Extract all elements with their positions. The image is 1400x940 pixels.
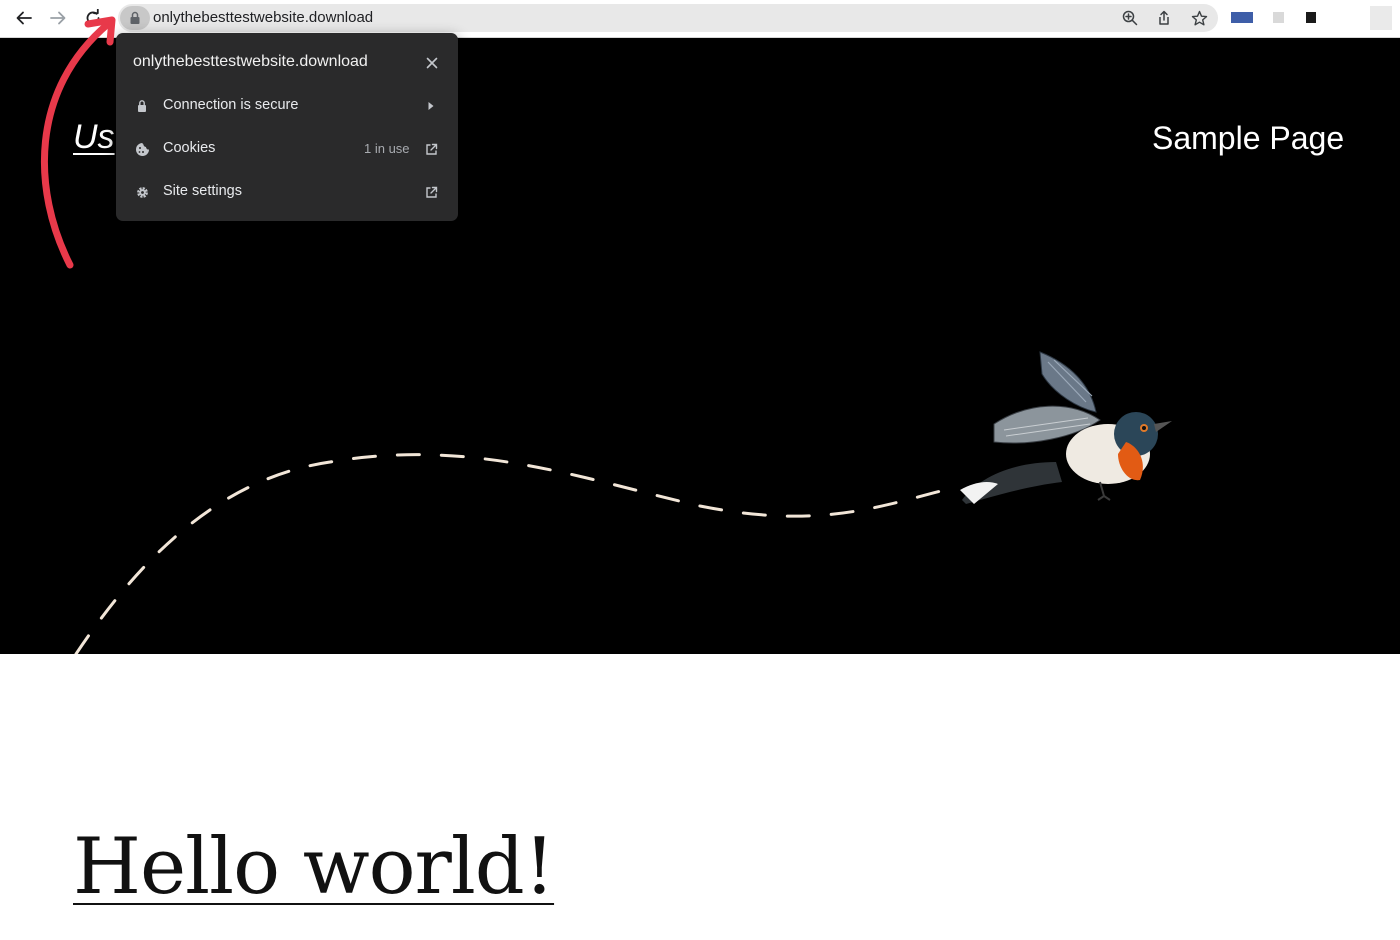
extension-icon-gray[interactable] (1273, 12, 1284, 23)
share-button[interactable] (1155, 9, 1173, 27)
gear-icon (133, 183, 151, 201)
lock-icon (133, 97, 151, 115)
bookmark-star-icon (1191, 10, 1207, 25)
profile-avatar[interactable] (1370, 6, 1392, 30)
bird-illustration (960, 351, 1172, 504)
extension-icon-black[interactable] (1306, 12, 1316, 23)
site-info-button[interactable] (120, 6, 150, 30)
cookies-row[interactable]: Cookies 1 in use (116, 129, 458, 169)
back-icon (16, 11, 32, 25)
site-settings-row[interactable]: Site settings (116, 172, 458, 212)
bookmark-button[interactable] (1190, 9, 1208, 27)
extension-icon-blue[interactable] (1231, 12, 1253, 23)
popup-domain: onlythebesttestwebsite.download (133, 53, 368, 70)
site-title-link[interactable]: Us (73, 118, 115, 157)
chevron-right-icon (422, 97, 440, 115)
cookies-count: 1 in use (364, 141, 410, 156)
connection-secure-label: Connection is secure (163, 97, 299, 113)
close-icon (426, 57, 438, 69)
reload-button[interactable] (81, 6, 105, 30)
post-title-link[interactable]: Hello world! (73, 822, 555, 912)
site-settings-label: Site settings (163, 183, 242, 199)
nav-link-sample-page[interactable]: Sample Page (1152, 120, 1344, 157)
reload-icon (86, 9, 100, 25)
zoom-icon (1122, 10, 1138, 26)
connection-secure-row[interactable]: Connection is secure (116, 86, 458, 126)
external-link-icon (422, 183, 440, 201)
url-text[interactable]: onlythebesttestwebsite.download (153, 9, 373, 26)
share-icon (1159, 10, 1169, 25)
lock-icon (130, 11, 140, 24)
forward-icon (50, 11, 66, 25)
back-button[interactable] (12, 6, 36, 30)
popup-close-button[interactable] (422, 53, 442, 73)
address-bar[interactable]: onlythebesttestwebsite.download (118, 4, 1218, 32)
forward-button[interactable] (46, 6, 70, 30)
cookie-icon (133, 140, 151, 158)
zoom-button[interactable] (1121, 9, 1139, 27)
site-info-popup: onlythebesttestwebsite.download Connecti… (116, 33, 458, 221)
cookies-label: Cookies (163, 140, 216, 156)
external-link-icon (422, 140, 440, 158)
